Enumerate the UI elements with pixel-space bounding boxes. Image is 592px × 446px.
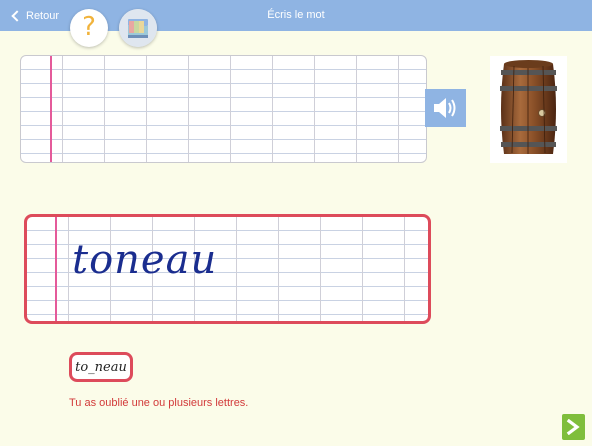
next-button[interactable]	[562, 414, 585, 440]
question-mark-icon: ?	[82, 12, 96, 42]
answer-grid[interactable]: toneau	[24, 214, 431, 324]
feedback-message: Tu as oublié une ou plusieurs lettres.	[69, 397, 249, 409]
hint-text: to_neau	[75, 359, 127, 375]
hint-box: to_neau	[69, 352, 133, 382]
margin-line	[55, 217, 57, 321]
book-button[interactable]	[119, 9, 157, 47]
help-button[interactable]: ?	[70, 9, 108, 47]
chevron-right-icon	[566, 419, 580, 435]
word-picture	[490, 56, 567, 163]
written-answer: toneau	[72, 237, 218, 283]
margin-line	[50, 56, 52, 162]
writing-model-grid	[20, 55, 427, 163]
barrel-image	[500, 60, 557, 154]
play-sound-button[interactable]	[425, 89, 466, 127]
speaker-icon	[434, 98, 456, 118]
book-icon	[119, 9, 157, 47]
